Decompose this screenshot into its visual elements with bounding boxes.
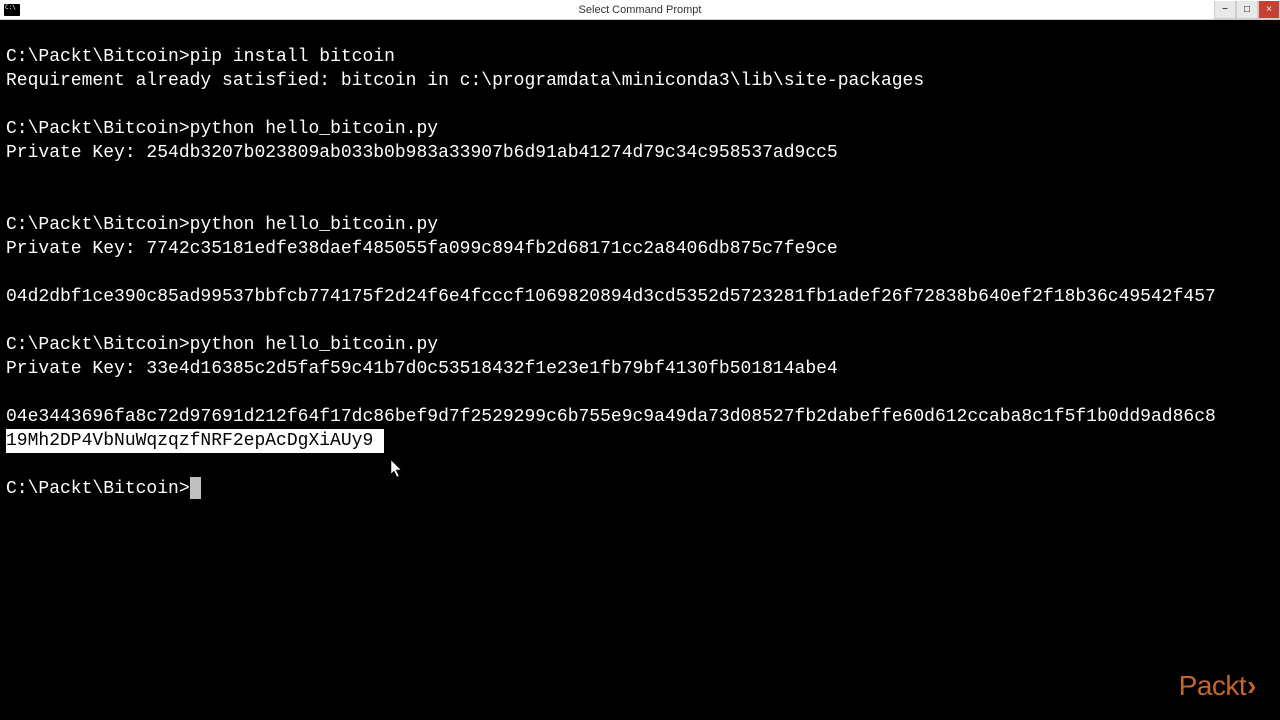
window-controls: − □ × [1214,0,1280,19]
logo-chevron-icon: › [1247,670,1256,701]
terminal-line: Requirement already satisfied: bitcoin i… [6,69,1274,93]
prompt-text: C:\Packt\Bitcoin> [6,47,190,67]
terminal-line: 04e3443696fa8c72d97691d212f64f17dc86bef9… [6,405,1274,429]
terminal-line [6,309,1274,333]
terminal-line: Private Key: 33e4d16385c2d5faf59c41b7d0c… [6,357,1274,381]
terminal-line: C:\Packt\Bitcoin> [6,477,1274,501]
cmd-icon [4,4,20,16]
maximize-button[interactable]: □ [1236,1,1258,19]
terminal-line: C:\Packt\Bitcoin>python hello_bitcoin.py [6,117,1274,141]
text-cursor [190,477,201,499]
terminal-line [6,189,1274,213]
window-title: Select Command Prompt [579,4,702,16]
close-button[interactable]: × [1258,1,1280,19]
terminal-line: C:\Packt\Bitcoin>pip install bitcoin [6,45,1274,69]
terminal-line: C:\Packt\Bitcoin>python hello_bitcoin.py [6,213,1274,237]
prompt-text: C:\Packt\Bitcoin> [6,119,190,139]
command-text: python hello_bitcoin.py [190,119,438,139]
prompt-text: C:\Packt\Bitcoin> [6,215,190,235]
titlebar: Select Command Prompt − □ × [0,0,1280,20]
terminal-output[interactable]: C:\Packt\Bitcoin>pip install bitcoinRequ… [0,20,1280,507]
terminal-line [6,453,1274,477]
prompt-text: C:\Packt\Bitcoin> [6,335,190,355]
terminal-line: C:\Packt\Bitcoin>python hello_bitcoin.py [6,333,1274,357]
terminal-line [6,261,1274,285]
terminal-line: 04d2dbf1ce390c85ad99537bbfcb774175f2d24f… [6,285,1274,309]
command-text: python hello_bitcoin.py [190,335,438,355]
terminal-line [6,381,1274,405]
packt-logo: Packt› [1179,670,1256,702]
terminal-line [6,93,1274,117]
command-text: pip install bitcoin [190,47,395,67]
prompt-text: C:\Packt\Bitcoin> [6,479,190,499]
minimize-button[interactable]: − [1214,1,1236,19]
command-text: python hello_bitcoin.py [190,215,438,235]
logo-text: Packt [1179,670,1247,701]
terminal-line [6,165,1274,189]
terminal-line: 19Mh2DP4VbNuWqzqzfNRF2epAcDgXiAUy9 [6,429,1274,453]
selected-text: 19Mh2DP4VbNuWqzqzfNRF2epAcDgXiAUy9 [6,429,384,453]
terminal-line: Private Key: 254db3207b023809ab033b0b983… [6,141,1274,165]
terminal-line: Private Key: 7742c35181edfe38daef485055f… [6,237,1274,261]
